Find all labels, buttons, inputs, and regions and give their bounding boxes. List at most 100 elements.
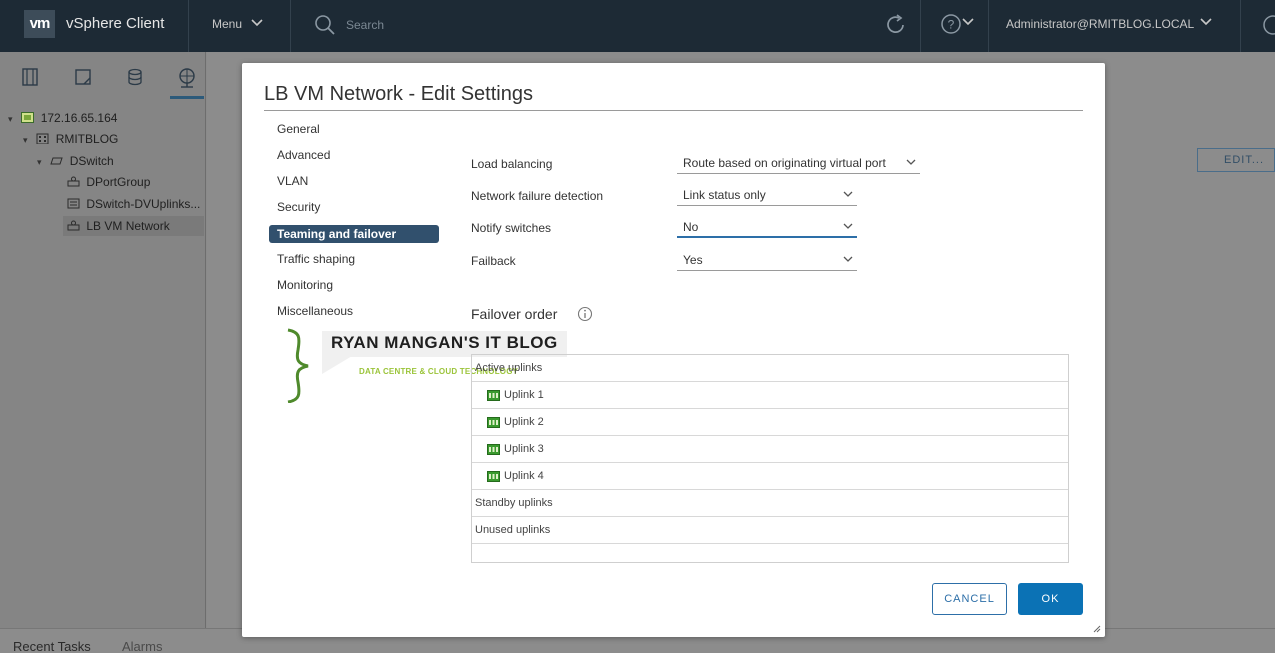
networking-icon[interactable] [177,68,197,88]
failover-order-title: Failover order [471,306,558,322]
uplink-row[interactable]: Uplink 1 [472,382,1068,409]
brace-logo-icon [287,328,309,403]
standby-uplinks-group: Standby uplinks [472,490,1068,517]
header-divider [988,0,989,52]
tree-item-label: DPortGroup [86,175,151,189]
inventory-navigator: ▾ 172.16.65.164 ▾ RMITBLOG ▾ DSwitch DPo… [0,52,206,628]
edit-settings-dialog: LB VM Network - Edit Settings General Ad… [242,63,1105,637]
menu-label: Menu [212,17,243,31]
group-label: Unused uplinks [475,524,551,536]
ok-button[interactable]: OK [1018,583,1083,615]
chevron-down-icon[interactable] [962,18,974,26]
storage-icon[interactable] [127,68,143,86]
nav-traffic-shaping[interactable]: Traffic shaping [269,250,439,268]
info-icon[interactable] [577,306,593,322]
resize-handle-icon[interactable] [1093,625,1101,633]
uplink-label: Uplink 3 [504,443,544,455]
chevron-down-icon[interactable]: ▾ [37,152,47,172]
network-failure-detection-select[interactable]: Link status only [677,186,857,206]
chevron-down-icon [251,19,263,27]
header-divider [1240,0,1241,52]
network-failure-detection-label: Network failure detection [471,189,604,203]
help-icon[interactable]: ? [940,13,962,35]
network-failure-detection-value: Link status only [683,188,766,202]
chevron-down-icon [906,159,916,165]
physical-nic-icon [487,444,500,455]
active-tab-indicator [170,96,204,99]
top-header: vm vSphere Client Menu Search ? Administ… [0,0,1275,52]
tree-item-label: DSwitch [69,154,114,168]
uplink-label: Uplink 1 [504,389,544,401]
physical-nic-icon [487,417,500,428]
tree-item-dvuplinks[interactable]: DSwitch-DVUplinks... [67,194,200,214]
notify-switches-select[interactable]: No [677,218,857,238]
load-balancing-label: Load balancing [471,157,553,171]
nav-miscellaneous[interactable]: Miscellaneous [269,302,439,320]
dialog-title: LB VM Network - Edit Settings [264,83,533,105]
tab-recent-tasks[interactable]: Recent Tasks [13,639,91,653]
vcenter-icon [21,112,35,123]
physical-nic-icon [487,471,500,482]
hosts-and-clusters-icon[interactable] [22,68,38,86]
smiley-feedback-icon[interactable] [1262,14,1275,36]
header-divider [188,0,189,52]
tree-item-dportgroup[interactable]: DPortGroup [67,172,150,192]
load-balancing-value: Route based on originating virtual port [683,156,886,170]
uplink-row[interactable]: Uplink 3 [472,436,1068,463]
uplink-row[interactable]: Uplink 4 [472,463,1068,490]
navigator-tabs [0,52,206,100]
uplink-row[interactable]: Uplink 2 [472,409,1068,436]
search-input[interactable]: Search [346,18,384,32]
menu-button[interactable]: Menu [212,17,263,31]
nav-vlan[interactable]: VLAN [269,172,439,190]
app-title: vSphere Client [66,15,165,32]
active-uplinks-group: Active uplinks [472,355,1068,382]
portgroup-icon [67,176,80,187]
failover-order-table: Active uplinks Uplink 1 Uplink 2 Uplink … [471,354,1069,563]
failback-label: Failback [471,254,516,268]
nav-monitoring[interactable]: Monitoring [269,276,439,294]
tree-item-vcenter[interactable]: ▾ 172.16.65.164 [8,108,117,128]
failback-select[interactable]: Yes [677,251,857,271]
uplink-label: Uplink 4 [504,470,544,482]
distributed-switch-icon [50,157,64,165]
chevron-down-icon[interactable]: ▾ [23,130,33,150]
tree-item-datacenter[interactable]: ▾ RMITBLOG [23,129,118,149]
tree-item-label: DSwitch-DVUplinks... [86,197,201,211]
notify-switches-label: Notify switches [471,221,552,235]
refresh-icon[interactable] [885,13,907,37]
chevron-down-icon [843,191,853,197]
edit-button[interactable]: EDIT... [1197,148,1275,172]
nav-general[interactable]: General [269,120,439,138]
physical-nic-icon [487,390,500,401]
header-divider [920,0,921,52]
watermark-pointer [322,356,352,374]
vms-and-templates-icon[interactable] [75,68,91,86]
svg-text:?: ? [948,18,955,32]
group-label: Standby uplinks [475,497,553,509]
vmware-logo: vm [24,10,55,38]
datacenter-icon [36,133,49,144]
search-icon[interactable] [314,14,336,36]
user-menu[interactable]: Administrator@RMITBLOG.LOCAL [1006,17,1194,31]
watermark-title: RYAN MANGAN'S IT BLOG [331,333,558,352]
nav-teaming-and-failover[interactable]: Teaming and failover [269,225,439,243]
nav-advanced[interactable]: Advanced [269,146,439,164]
unused-uplinks-group: Unused uplinks [472,517,1068,544]
chevron-down-icon[interactable]: ▾ [8,109,18,129]
group-label: Active uplinks [475,362,543,374]
tree-item-label: RMITBLOG [55,132,119,146]
tree-item-lb-vm-network[interactable]: LB VM Network [63,216,204,236]
nav-security[interactable]: Security [269,198,439,216]
tab-alarms[interactable]: Alarms [122,639,162,653]
chevron-down-icon [843,256,853,262]
load-balancing-select[interactable]: Route based on originating virtual port [677,154,920,174]
tree-item-dswitch[interactable]: ▾ DSwitch [37,151,114,171]
tree-item-label: 172.16.65.164 [40,111,118,125]
chevron-down-icon[interactable] [1200,18,1212,26]
notify-switches-value: No [683,220,699,234]
cancel-button[interactable]: CANCEL [932,583,1007,615]
title-divider [264,110,1083,111]
failback-value: Yes [683,253,703,267]
uplink-portgroup-icon [67,198,80,209]
